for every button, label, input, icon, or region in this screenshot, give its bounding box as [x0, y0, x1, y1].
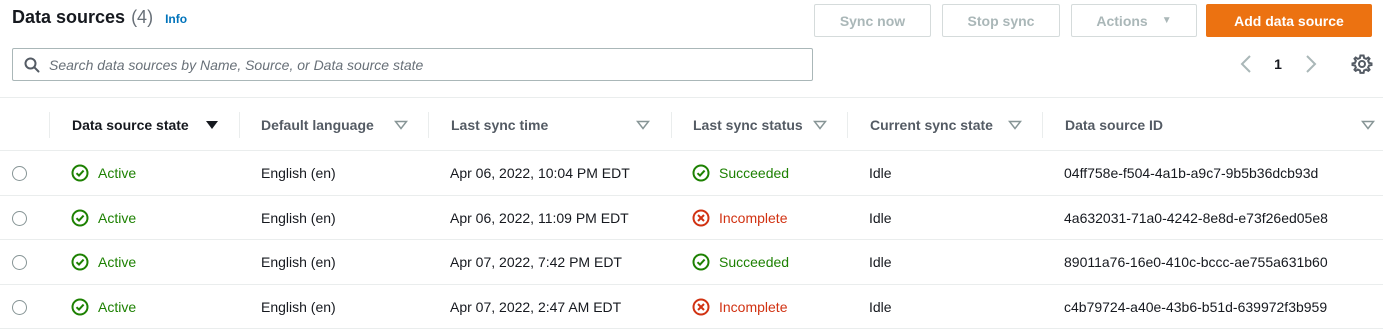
state-cell: Active: [71, 196, 136, 240]
column-divider: [428, 112, 429, 138]
previous-page-button[interactable]: [1238, 53, 1254, 75]
state-cell: Active: [71, 285, 136, 329]
column-header-data-source-id[interactable]: Data source ID: [1065, 98, 1383, 152]
column-divider: [49, 112, 50, 138]
check-circle-icon: [71, 209, 89, 226]
column-label: Data source state: [72, 117, 189, 133]
data-sources-table: Data source state Default language Last …: [0, 97, 1383, 329]
search-input[interactable]: [49, 56, 789, 73]
row-select-radio[interactable]: [12, 210, 27, 226]
column-header-data-source-state[interactable]: Data source state: [72, 98, 232, 152]
column-label: Data source ID: [1065, 117, 1164, 133]
column-divider: [1042, 112, 1043, 138]
row-select-radio[interactable]: [12, 255, 27, 270]
page-number[interactable]: 1: [1271, 53, 1285, 75]
column-label: Last sync status: [693, 117, 803, 133]
info-link[interactable]: Info: [165, 12, 187, 26]
item-count: (4): [131, 7, 154, 27]
caret-down-icon: ▼: [1161, 15, 1172, 26]
sort-icon: [813, 120, 827, 130]
current-sync-state-cell: Idle: [869, 254, 892, 270]
column-label: Last sync time: [451, 117, 549, 133]
table-row[interactable]: Active English (en) Apr 06, 2022, 10:04 …: [0, 151, 1383, 196]
stop-sync-button[interactable]: Stop sync: [942, 4, 1060, 37]
actions-dropdown[interactable]: Actions ▼: [1071, 4, 1197, 37]
table-row[interactable]: Active English (en) Apr 07, 2022, 2:47 A…: [0, 285, 1383, 329]
search-icon: [24, 57, 40, 72]
current-sync-state-cell: Idle: [869, 165, 892, 181]
current-sync-state-cell: Idle: [869, 209, 892, 226]
status-text: Incomplete: [719, 298, 788, 315]
status-text: Incomplete: [719, 209, 788, 226]
column-divider: [239, 112, 240, 138]
last-sync-status-cell: Incomplete: [692, 285, 787, 329]
sort-descending-icon: [206, 121, 218, 129]
sort-icon: [394, 120, 408, 130]
state-text: Active: [98, 298, 137, 315]
last-sync-status-cell: Incomplete: [692, 196, 787, 240]
data-source-id-cell: 89011a76-16e0-410c-bccc-ae755a631b60: [1064, 254, 1328, 270]
last-sync-status-cell: Succeeded: [692, 240, 789, 284]
language-cell: English (en): [261, 298, 336, 315]
page-title: Data sources: [12, 7, 126, 27]
add-data-source-button[interactable]: Add data source: [1206, 4, 1372, 37]
sync-now-button[interactable]: Sync now: [814, 4, 931, 37]
table-row[interactable]: Active English (en) Apr 06, 2022, 11:09 …: [0, 196, 1383, 240]
preferences-button[interactable]: [1351, 53, 1373, 75]
table-row[interactable]: Active English (en) Apr 07, 2022, 7:42 P…: [0, 240, 1383, 285]
sort-icon: [636, 120, 650, 130]
column-header-last-sync-status[interactable]: Last sync status: [693, 98, 833, 152]
last-sync-time-cell: Apr 06, 2022, 11:09 PM EDT: [450, 209, 629, 226]
data-source-id-cell: c4b79724-a40e-43b6-b51d-639972f3b959: [1064, 298, 1328, 315]
page-header: Data sources (4) Info: [12, 7, 187, 33]
check-circle-icon: [71, 298, 89, 315]
state-cell: Active: [71, 240, 136, 284]
column-header-current-sync-state[interactable]: Current sync state: [870, 98, 1030, 152]
next-page-button[interactable]: [1303, 53, 1319, 75]
check-circle-icon: [692, 253, 710, 271]
language-cell: English (en): [261, 165, 336, 181]
check-circle-icon: [71, 253, 89, 271]
check-circle-icon: [71, 164, 89, 182]
state-text: Active: [98, 209, 137, 226]
gear-icon: [1351, 54, 1373, 74]
status-text: Succeeded: [719, 165, 790, 181]
column-divider: [671, 112, 672, 138]
column-divider: [847, 112, 848, 138]
row-select-radio[interactable]: [12, 299, 27, 315]
state-text: Active: [98, 165, 137, 181]
row-select-radio[interactable]: [12, 166, 27, 181]
chevron-left-icon: [1240, 55, 1251, 73]
state-text: Active: [98, 254, 137, 270]
current-sync-state-cell: Idle: [869, 298, 892, 315]
error-circle-icon: [692, 209, 710, 226]
column-header-last-sync-time[interactable]: Last sync time: [451, 98, 651, 152]
sort-icon: [1008, 120, 1022, 130]
column-label: Current sync state: [870, 117, 993, 133]
status-text: Succeeded: [719, 254, 790, 270]
last-sync-time-cell: Apr 07, 2022, 2:47 AM EDT: [450, 298, 622, 315]
column-header-default-language[interactable]: Default language: [261, 98, 411, 152]
state-cell: Active: [71, 151, 136, 195]
language-cell: English (en): [261, 209, 336, 226]
actions-label: Actions: [1096, 12, 1148, 29]
language-cell: English (en): [261, 254, 336, 270]
last-sync-status-cell: Succeeded: [692, 151, 789, 195]
search-box[interactable]: [12, 48, 813, 81]
column-label: Default language: [261, 117, 374, 133]
sort-icon: [1361, 120, 1375, 130]
check-circle-icon: [692, 164, 710, 182]
data-source-id-cell: 04ff758e-f504-4a1b-a9c7-9b5b36dcb93d: [1064, 165, 1319, 181]
error-circle-icon: [692, 298, 710, 315]
chevron-right-icon: [1306, 55, 1317, 73]
table-header: Data source state Default language Last …: [0, 97, 1383, 151]
data-source-id-cell: 4a632031-71a0-4242-8e8d-e73f26ed05e8: [1064, 209, 1328, 226]
last-sync-time-cell: Apr 06, 2022, 10:04 PM EDT: [450, 165, 630, 181]
last-sync-time-cell: Apr 07, 2022, 7:42 PM EDT: [450, 254, 622, 270]
